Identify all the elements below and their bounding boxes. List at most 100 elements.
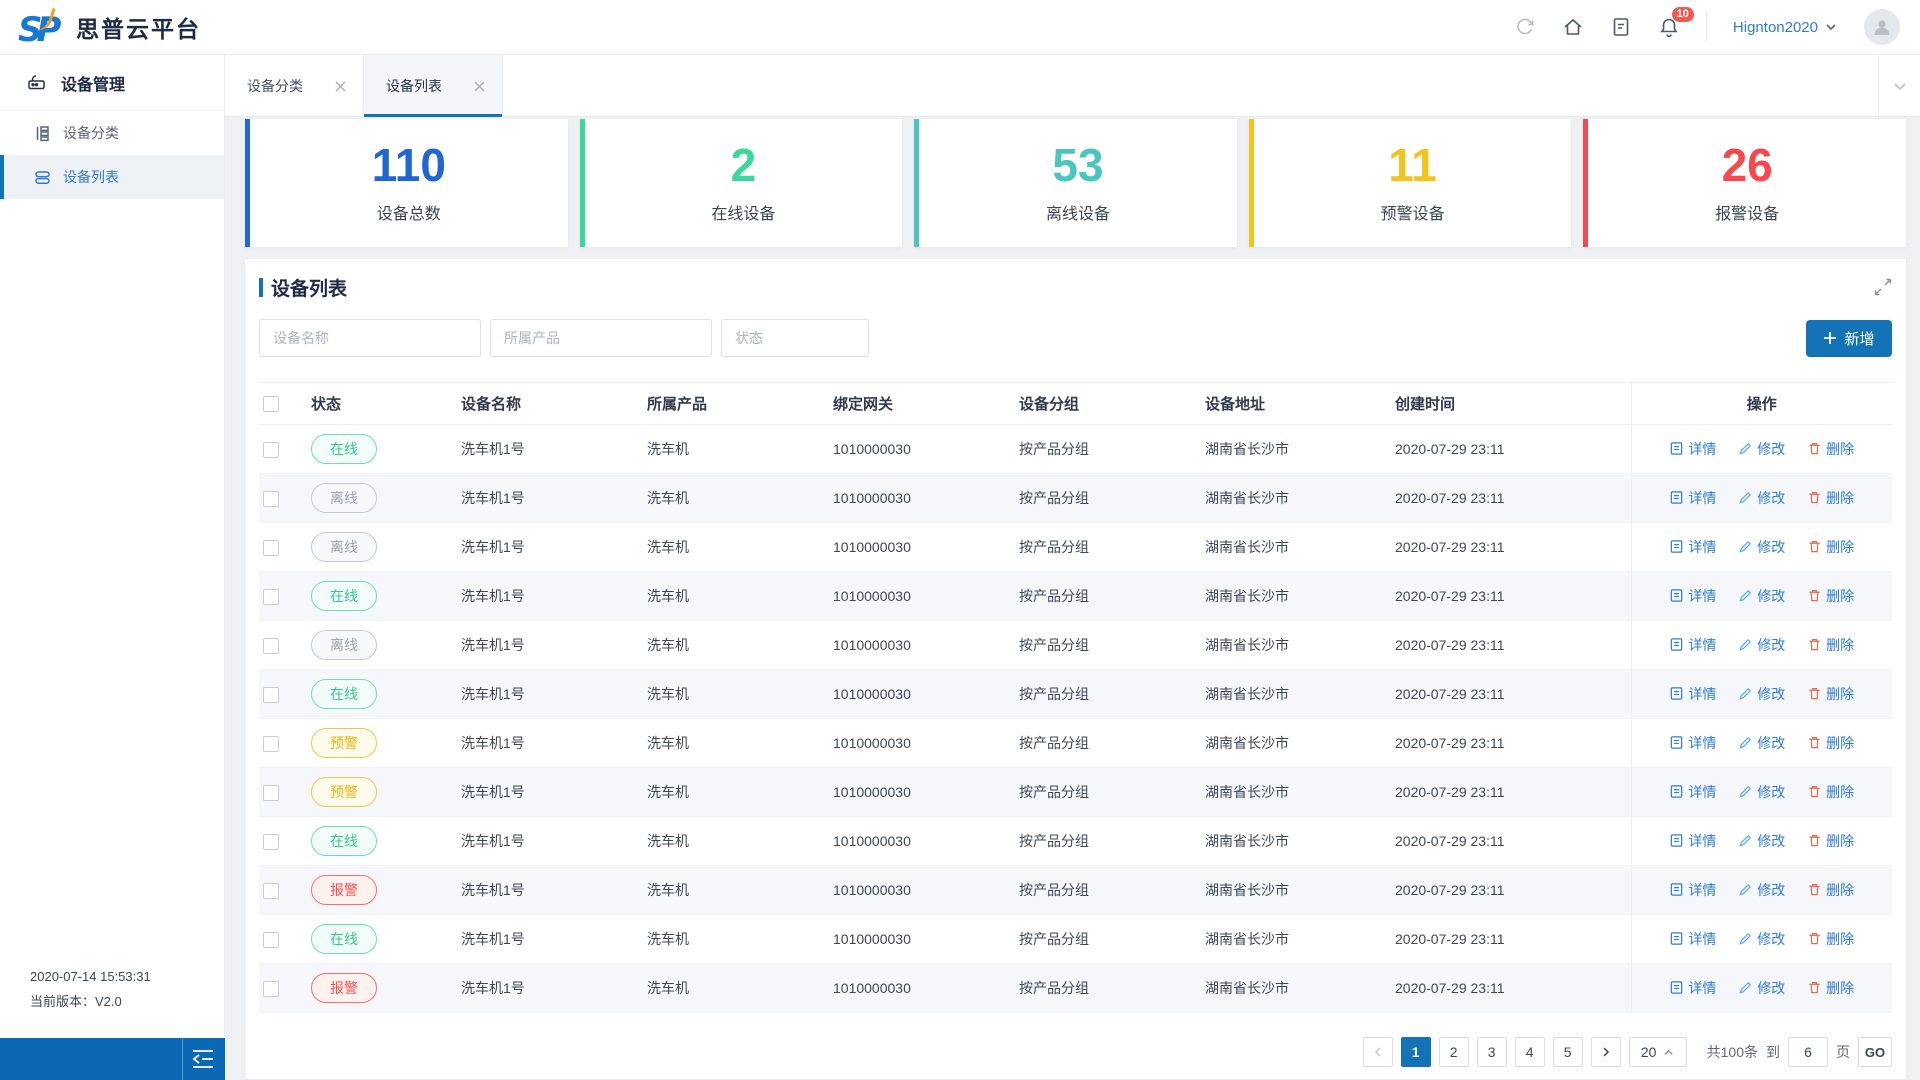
delete-link[interactable]: 删除 (1807, 978, 1854, 998)
page-size-select[interactable]: 20 (1628, 1037, 1687, 1067)
row-checkbox[interactable] (263, 686, 279, 703)
edit-link[interactable]: 修改 (1738, 929, 1785, 949)
detail-link[interactable]: 详情 (1669, 782, 1716, 802)
detail-link[interactable]: 详情 (1669, 929, 1716, 949)
delete-link[interactable]: 删除 (1807, 782, 1854, 802)
refresh-icon[interactable] (1514, 16, 1536, 38)
detail-link[interactable]: 详情 (1669, 537, 1716, 557)
page-button-3[interactable]: 3 (1476, 1037, 1507, 1067)
device-name-filter-input[interactable] (259, 319, 481, 357)
edit-link[interactable]: 修改 (1738, 978, 1785, 998)
status-filter-input[interactable] (721, 319, 869, 357)
edit-link[interactable]: 修改 (1738, 880, 1785, 900)
sidebar-item-device-category[interactable]: 设备分类 (0, 111, 224, 155)
sidebar-item-device-list[interactable]: 设备列表 (0, 155, 224, 199)
delete-icon (1809, 688, 1820, 700)
edit-link[interactable]: 修改 (1738, 635, 1785, 655)
select-all-checkbox[interactable] (263, 396, 279, 413)
detail-link[interactable]: 详情 (1669, 733, 1716, 753)
user-menu[interactable]: Hignton2020 (1733, 19, 1838, 36)
home-icon[interactable] (1562, 16, 1584, 38)
delete-link[interactable]: 删除 (1807, 488, 1854, 508)
collapse-sidebar-icon[interactable] (189, 1046, 217, 1072)
detail-icon (1671, 442, 1683, 455)
panel-header: 设备列表 (259, 275, 1892, 300)
detail-link[interactable]: 详情 (1669, 978, 1716, 998)
edit-link[interactable]: 修改 (1738, 439, 1785, 459)
delete-link[interactable]: 删除 (1807, 537, 1854, 557)
tab-list-dropdown[interactable] (1878, 55, 1920, 117)
next-page-button[interactable] (1590, 1037, 1621, 1067)
tab-device-category[interactable]: 设备分类 (225, 55, 364, 117)
delete-link[interactable]: 删除 (1807, 586, 1854, 606)
goto-page-input[interactable] (1788, 1037, 1828, 1067)
delete-link[interactable]: 删除 (1807, 880, 1854, 900)
status-badge: 离线 (311, 483, 377, 513)
row-checkbox[interactable] (263, 735, 279, 752)
row-checkbox[interactable] (263, 637, 279, 654)
detail-link[interactable]: 详情 (1669, 831, 1716, 851)
chevron-down-icon (1893, 83, 1906, 91)
sidebar-group-device-management[interactable]: 设备管理 (0, 55, 224, 111)
cell-gateway: 1010000030 (829, 571, 1015, 621)
delete-link[interactable]: 删除 (1807, 929, 1854, 949)
row-checkbox[interactable] (263, 980, 279, 997)
edit-link[interactable]: 修改 (1738, 537, 1785, 557)
row-checkbox[interactable] (263, 833, 279, 850)
close-icon[interactable] (334, 80, 347, 93)
page-button-2[interactable]: 2 (1438, 1037, 1469, 1067)
cell-product: 洗车机 (643, 522, 829, 572)
go-button[interactable]: GO (1858, 1037, 1892, 1067)
cell-gateway: 1010000030 (829, 816, 1015, 866)
table-row: 在线 洗车机1号 洗车机 1010000030 按产品分组 湖南省长沙市 202… (259, 816, 1892, 866)
prev-page-button[interactable] (1362, 1037, 1393, 1067)
edit-link[interactable]: 修改 (1738, 684, 1785, 704)
detail-link[interactable]: 详情 (1669, 684, 1716, 704)
detail-link[interactable]: 详情 (1669, 439, 1716, 459)
edit-link[interactable]: 修改 (1738, 488, 1785, 508)
tab-label: 设备分类 (247, 78, 303, 94)
cell-product: 洗车机 (643, 914, 829, 964)
expand-icon[interactable] (1874, 278, 1892, 296)
product-filter-input[interactable] (490, 319, 712, 357)
delete-label: 删除 (1826, 538, 1855, 555)
row-checkbox[interactable] (263, 588, 279, 605)
detail-link[interactable]: 详情 (1669, 880, 1716, 900)
cell-gateway: 1010000030 (829, 718, 1015, 768)
stat-label: 在线设备 (711, 206, 776, 223)
add-device-button[interactable]: 新增 (1806, 319, 1892, 357)
row-checkbox[interactable] (263, 539, 279, 556)
document-icon[interactable] (1610, 16, 1632, 38)
row-checkbox[interactable] (263, 931, 279, 948)
delete-icon (1809, 884, 1820, 896)
row-checkbox[interactable] (263, 441, 279, 458)
page-button-5[interactable]: 5 (1552, 1037, 1583, 1067)
tab-device-list[interactable]: 设备列表 (364, 55, 503, 117)
avatar[interactable] (1864, 9, 1900, 45)
detail-link[interactable]: 详情 (1669, 488, 1716, 508)
delete-link[interactable]: 删除 (1807, 439, 1854, 459)
cell-address: 湖南省长沙市 (1201, 424, 1391, 474)
total-count-label: 共100条 (1706, 1044, 1758, 1060)
page-button-4[interactable]: 4 (1514, 1037, 1545, 1067)
edit-link[interactable]: 修改 (1738, 782, 1785, 802)
detail-link[interactable]: 详情 (1669, 635, 1716, 655)
status-badge: 在线 (311, 924, 377, 954)
device-icon (28, 75, 45, 90)
page-button-1[interactable]: 1 (1400, 1037, 1431, 1067)
close-icon[interactable] (473, 80, 486, 93)
edit-link[interactable]: 修改 (1738, 733, 1785, 753)
row-checkbox[interactable] (263, 490, 279, 507)
edit-link[interactable]: 修改 (1738, 831, 1785, 851)
delete-link[interactable]: 删除 (1807, 635, 1854, 655)
row-checkbox[interactable] (263, 882, 279, 899)
delete-link[interactable]: 删除 (1807, 684, 1854, 704)
edit-link[interactable]: 修改 (1738, 586, 1785, 606)
detail-link[interactable]: 详情 (1669, 586, 1716, 606)
bell-icon[interactable]: 10 (1658, 7, 1694, 38)
row-checkbox[interactable] (263, 784, 279, 801)
delete-link[interactable]: 删除 (1807, 733, 1854, 753)
cell-group: 按产品分组 (1015, 424, 1201, 474)
delete-link[interactable]: 删除 (1807, 831, 1854, 851)
cell-address: 湖南省长沙市 (1201, 620, 1391, 670)
